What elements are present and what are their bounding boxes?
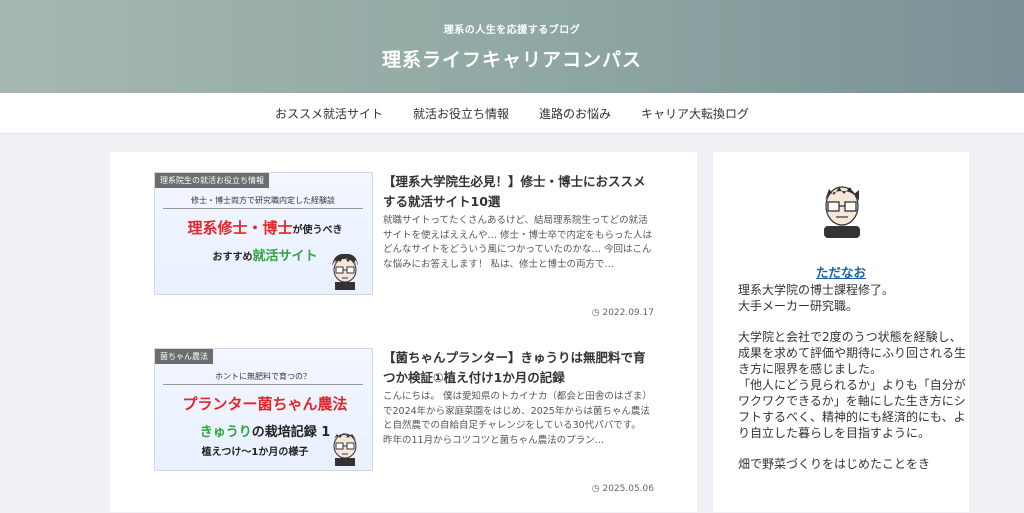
clock-icon: ◷	[591, 308, 603, 318]
post-date-value: 2022.09.17	[602, 308, 654, 318]
post-snippet: 就職サイトってたくさんあるけど、結局理系院生ってどの就活サイトを使えばええんや……	[383, 215, 653, 270]
post-title[interactable]: 【理系大学院生必見！】修士・博士におススメする就活サイト10選	[383, 172, 653, 212]
thumbnail-headline-main: 理系修士・博士	[187, 219, 293, 237]
post-snippet: こんにちは。 僕は愛知県のトカイナカ（都会と田舎のはざま）で2024年から家庭菜…	[383, 391, 652, 446]
nav-item-career-worries[interactable]: 進路のお悩み	[539, 105, 611, 122]
profile-bio-paragraph: 理系大学院の博士課程修了。 大手メーカー研究職。	[738, 283, 895, 313]
post-card[interactable]: 理系院生の就活お役立ち情報 修士・博士両方で研究職内定した経験談 理系修士・博士…	[154, 172, 654, 337]
author-avatar-icon	[333, 433, 357, 466]
post-thumbnail[interactable]: 菌ちゃん農法 ホントに無肥料で育つの？ プランター菌ちゃん農法 きゅうりの栽培記…	[154, 348, 373, 471]
profile-bio-paragraph: 畑で野菜づくりをはじめたことをき	[738, 457, 931, 471]
thumbnail-headline-sub: が使うべき	[292, 225, 343, 236]
profile-name[interactable]: ただなお	[713, 262, 969, 281]
profile-bio: 理系大学院の博士課程修了。 大手メーカー研究職。 大学院と会社で2度のうつ状態を…	[738, 282, 966, 487]
thumbnail-headline: プランター菌ちゃん農法	[182, 395, 348, 413]
global-nav: おススメ就活サイト 就活お役立ち情報 進路のお悩み キャリア大転換ログ	[0, 93, 1024, 134]
thumbnail-subheadline-main: きゅうり	[199, 425, 252, 440]
nav-item-job-hunting-tips[interactable]: 就活お役立ち情報	[413, 105, 509, 122]
thumbnail-subheadline-suffix: の栽培記録 1	[251, 425, 331, 440]
profile-bio-paragraph: 大学院と会社で2度のうつ状態を経験し、成果を求めて評価や期待にふり回される生き方…	[738, 330, 967, 440]
post-list: 理系院生の就活お役立ち情報 修士・博士両方で研究職内定した経験談 理系修士・博士…	[110, 152, 697, 512]
thumbnail-caption: ホントに無肥料で育つの？	[163, 371, 363, 385]
site-title[interactable]: 理系ライフキャリアコンパス	[0, 45, 1024, 72]
post-thumbnail[interactable]: 理系院生の就活お役立ち情報 修士・博士両方で研究職内定した経験談 理系修士・博士…	[154, 172, 373, 295]
post-title[interactable]: 【菌ちゃんプランター】きゅうりは無肥料で育つか検証①植え付け1か月の記録	[383, 348, 653, 388]
thumbnail-headline: 理系修士・博士が使うべき	[165, 217, 365, 238]
post-date-value: 2025.05.06	[602, 484, 654, 494]
category-label: 菌ちゃん農法	[155, 349, 213, 364]
category-label: 理系院生の就活お役立ち情報	[155, 173, 269, 188]
clock-icon: ◷	[591, 484, 603, 494]
profile-widget: ただなお 理系大学院の博士課程修了。 大手メーカー研究職。 大学院と会社で2度の…	[713, 152, 969, 512]
thumbnail-caption: 修士・博士両方で研究職内定した経験談	[163, 195, 363, 209]
post-date: ◷ 2025.05.06	[592, 484, 654, 494]
thumbnail-subheadline-main: 就活サイト	[252, 249, 318, 264]
thumbnail-subheadline-prefix: おすすめ	[212, 252, 253, 263]
author-avatar-icon	[332, 253, 358, 290]
post-card[interactable]: 菌ちゃん農法 ホントに無肥料で育つの？ プランター菌ちゃん農法 きゅうりの栽培記…	[154, 348, 654, 513]
site-tagline: 理系の人生を応援するブログ	[443, 25, 581, 36]
profile-avatar-icon	[824, 186, 860, 238]
nav-item-recommended-sites[interactable]: おススメ就活サイト	[275, 105, 383, 122]
nav-item-career-change-log[interactable]: キャリア大転換ログ	[641, 105, 749, 122]
post-date: ◷ 2022.09.17	[592, 308, 654, 318]
thumbnail-footer-caption: 植えつけ～1か月の様子	[201, 447, 309, 458]
site-header: 理系の人生を応援するブログ 理系ライフキャリアコンパス	[0, 0, 1024, 93]
